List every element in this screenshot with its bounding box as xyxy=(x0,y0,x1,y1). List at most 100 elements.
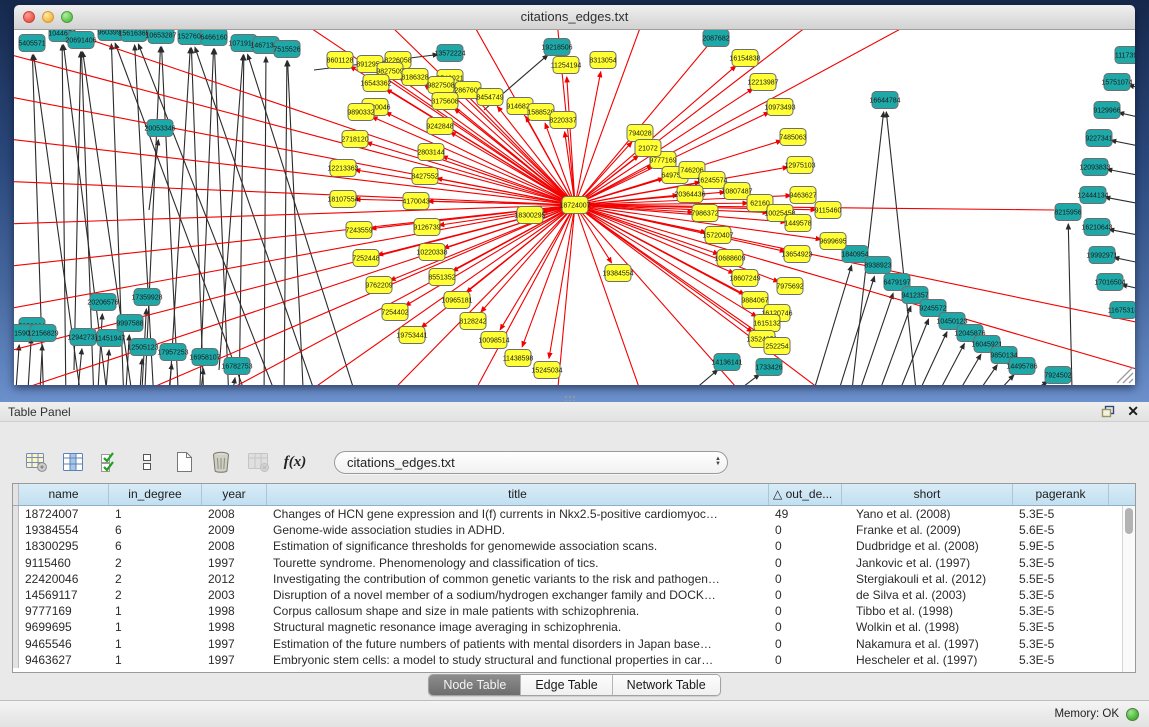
vertical-scrollbar[interactable] xyxy=(1122,506,1135,672)
graph-node-label: 9890332 xyxy=(347,110,374,117)
table-cell: 0 xyxy=(769,538,842,554)
graph-node-label: 7485063 xyxy=(779,135,806,142)
graph-node-label: 8551352 xyxy=(428,275,455,282)
graph-node-label: 19992971 xyxy=(1086,253,1117,260)
graph-node-label: 19384554 xyxy=(602,271,633,278)
column-header-title[interactable]: title xyxy=(267,484,769,505)
table-cell: 18724007 xyxy=(19,506,109,522)
float-window-icon[interactable] xyxy=(1101,405,1115,418)
graph-node-label: 7243559 xyxy=(345,228,372,235)
graph-edge xyxy=(144,47,160,385)
graph-node-label: 15720407 xyxy=(702,233,733,240)
zoom-window-button[interactable] xyxy=(61,11,73,23)
graph-node-label: 8128242 xyxy=(459,319,486,326)
column-header-short[interactable]: short xyxy=(842,484,1013,505)
graph-edge xyxy=(940,344,964,385)
graph-node-label: 12444134 xyxy=(1077,193,1108,200)
table-cell: 6 xyxy=(109,522,202,538)
network-canvas[interactable]: 1872400754055711044674206914069603998156… xyxy=(14,30,1135,385)
graph-edge xyxy=(980,365,997,385)
function-builder-icon[interactable]: f(x) xyxy=(281,448,309,476)
table-toolbar: f(x) citations_edges.txt ▲▼ xyxy=(22,446,728,478)
table-cell: 0 xyxy=(769,652,842,668)
status-bar: Memory: OK xyxy=(0,700,1149,727)
table-cell: 1998 xyxy=(202,603,267,619)
table-row[interactable]: 977716911998Corpus callosum shape and si… xyxy=(13,603,1135,619)
graph-node-label: 6479197 xyxy=(883,280,910,287)
graph-node-label: 18607249 xyxy=(729,276,760,283)
close-panel-icon[interactable]: ✕ xyxy=(1127,404,1139,418)
table-settings-icon[interactable] xyxy=(22,448,50,476)
graph-edge xyxy=(372,117,575,205)
table-cell: Wolkin et al. (1998) xyxy=(842,619,1013,635)
graph-node-label: 3175608 xyxy=(431,99,458,106)
graph-node-label: 11675318 xyxy=(1108,308,1135,315)
table-cell: Tourette syndrome. Phenomenology and cla… xyxy=(267,555,769,571)
table-row[interactable]: 1456911722003Disruption of a novel membe… xyxy=(13,587,1135,603)
resize-grip-icon[interactable] xyxy=(1117,367,1133,383)
table-row[interactable]: 946362711997Embryonic stem cells: a mode… xyxy=(13,652,1135,668)
tab-edge-table[interactable]: Edge Table xyxy=(521,675,612,695)
graph-node-label: 8938923 xyxy=(864,263,891,270)
new-file-icon[interactable] xyxy=(170,448,198,476)
graph-node-label: 14136141 xyxy=(711,360,742,367)
column-header-year[interactable]: year xyxy=(202,484,267,505)
graph-node-label: 1615132 xyxy=(753,321,780,328)
panel-splitter-handle[interactable] xyxy=(564,395,576,401)
column-header-in_degree[interactable]: in_degree xyxy=(109,484,202,505)
scrollbar-thumb[interactable] xyxy=(1125,508,1133,534)
graph-node-label: 17359928 xyxy=(131,295,162,302)
network-graph[interactable]: 1872400754055711044674206914069603998156… xyxy=(14,30,1135,385)
table-row[interactable]: 1872400712008Changes of HCN gene express… xyxy=(13,506,1135,522)
table-cell: 0 xyxy=(769,619,842,635)
row-height-icon[interactable] xyxy=(133,448,161,476)
table-cell: Estimation of significance thresholds fo… xyxy=(267,538,769,554)
column-header-out_de[interactable]: △ out_de... xyxy=(769,484,842,505)
graph-edge xyxy=(135,45,154,385)
graph-edge xyxy=(739,374,759,385)
table-cell: 1 xyxy=(109,603,202,619)
table-cell: 2009 xyxy=(202,522,267,538)
column-header-pagerank[interactable]: pagerank xyxy=(1013,484,1109,505)
table-row[interactable]: 1938455462009Genome-wide association stu… xyxy=(13,522,1135,538)
network-window-titlebar[interactable]: citations_edges.txt xyxy=(14,5,1135,30)
table-row[interactable]: 969969511998Structural magnetic resonanc… xyxy=(13,619,1135,635)
graph-edge xyxy=(1109,229,1135,242)
column-header-name[interactable]: name xyxy=(19,484,109,505)
table-cell: 5.3E-5 xyxy=(1013,603,1109,619)
close-window-button[interactable] xyxy=(23,11,35,23)
delete-icon[interactable] xyxy=(207,448,235,476)
graph-node-label: 8454749 xyxy=(476,95,503,102)
table-cell: 49 xyxy=(769,506,842,522)
graph-node-label: 16644784 xyxy=(869,98,900,105)
graph-node-label: 16543362 xyxy=(360,81,391,88)
select-rows-icon[interactable] xyxy=(96,448,124,476)
graph-edge xyxy=(106,350,109,385)
tab-network-table[interactable]: Network Table xyxy=(613,675,720,695)
column-edit-icon[interactable] xyxy=(59,448,87,476)
table-row[interactable]: 1830029562008Estimation of significance … xyxy=(13,538,1135,554)
table-cell: 2012 xyxy=(202,571,267,587)
tab-node-table[interactable]: Node Table xyxy=(429,675,521,695)
graph-node-label: 5405571 xyxy=(18,41,45,48)
table-row[interactable]: 911546021997Tourette syndrome. Phenomeno… xyxy=(13,555,1135,571)
graph-node-label: 2803144 xyxy=(417,150,444,157)
table-cell: 9463627 xyxy=(19,652,109,668)
dropdown-arrows-icon: ▲▼ xyxy=(715,457,721,467)
graph-edge xyxy=(575,72,601,205)
graph-node-label: 8427552 xyxy=(411,174,438,181)
table-header-row: namein_degreeyeartitle△ out_de...shortpa… xyxy=(13,484,1135,506)
graph-node-label: 16782753 xyxy=(221,364,252,371)
minimize-window-button[interactable] xyxy=(42,11,54,23)
table-cell: 5.3E-5 xyxy=(1013,652,1109,668)
memory-ok-indicator-icon[interactable] xyxy=(1126,708,1139,721)
table-cell: 5.6E-5 xyxy=(1013,522,1109,538)
graph-node-label: 10965181 xyxy=(441,298,472,305)
table-cell: 0 xyxy=(769,555,842,571)
table-cell: 0 xyxy=(769,587,842,603)
table-cell: Changes of HCN gene expression and I(f) … xyxy=(267,506,769,522)
table-row[interactable]: 2242004622012Investigating the contribut… xyxy=(13,571,1135,587)
graph-edge xyxy=(694,370,718,385)
table-select-dropdown[interactable]: citations_edges.txt ▲▼ xyxy=(334,451,728,474)
table-row[interactable]: 946554611997Estimation of the future num… xyxy=(13,636,1135,652)
